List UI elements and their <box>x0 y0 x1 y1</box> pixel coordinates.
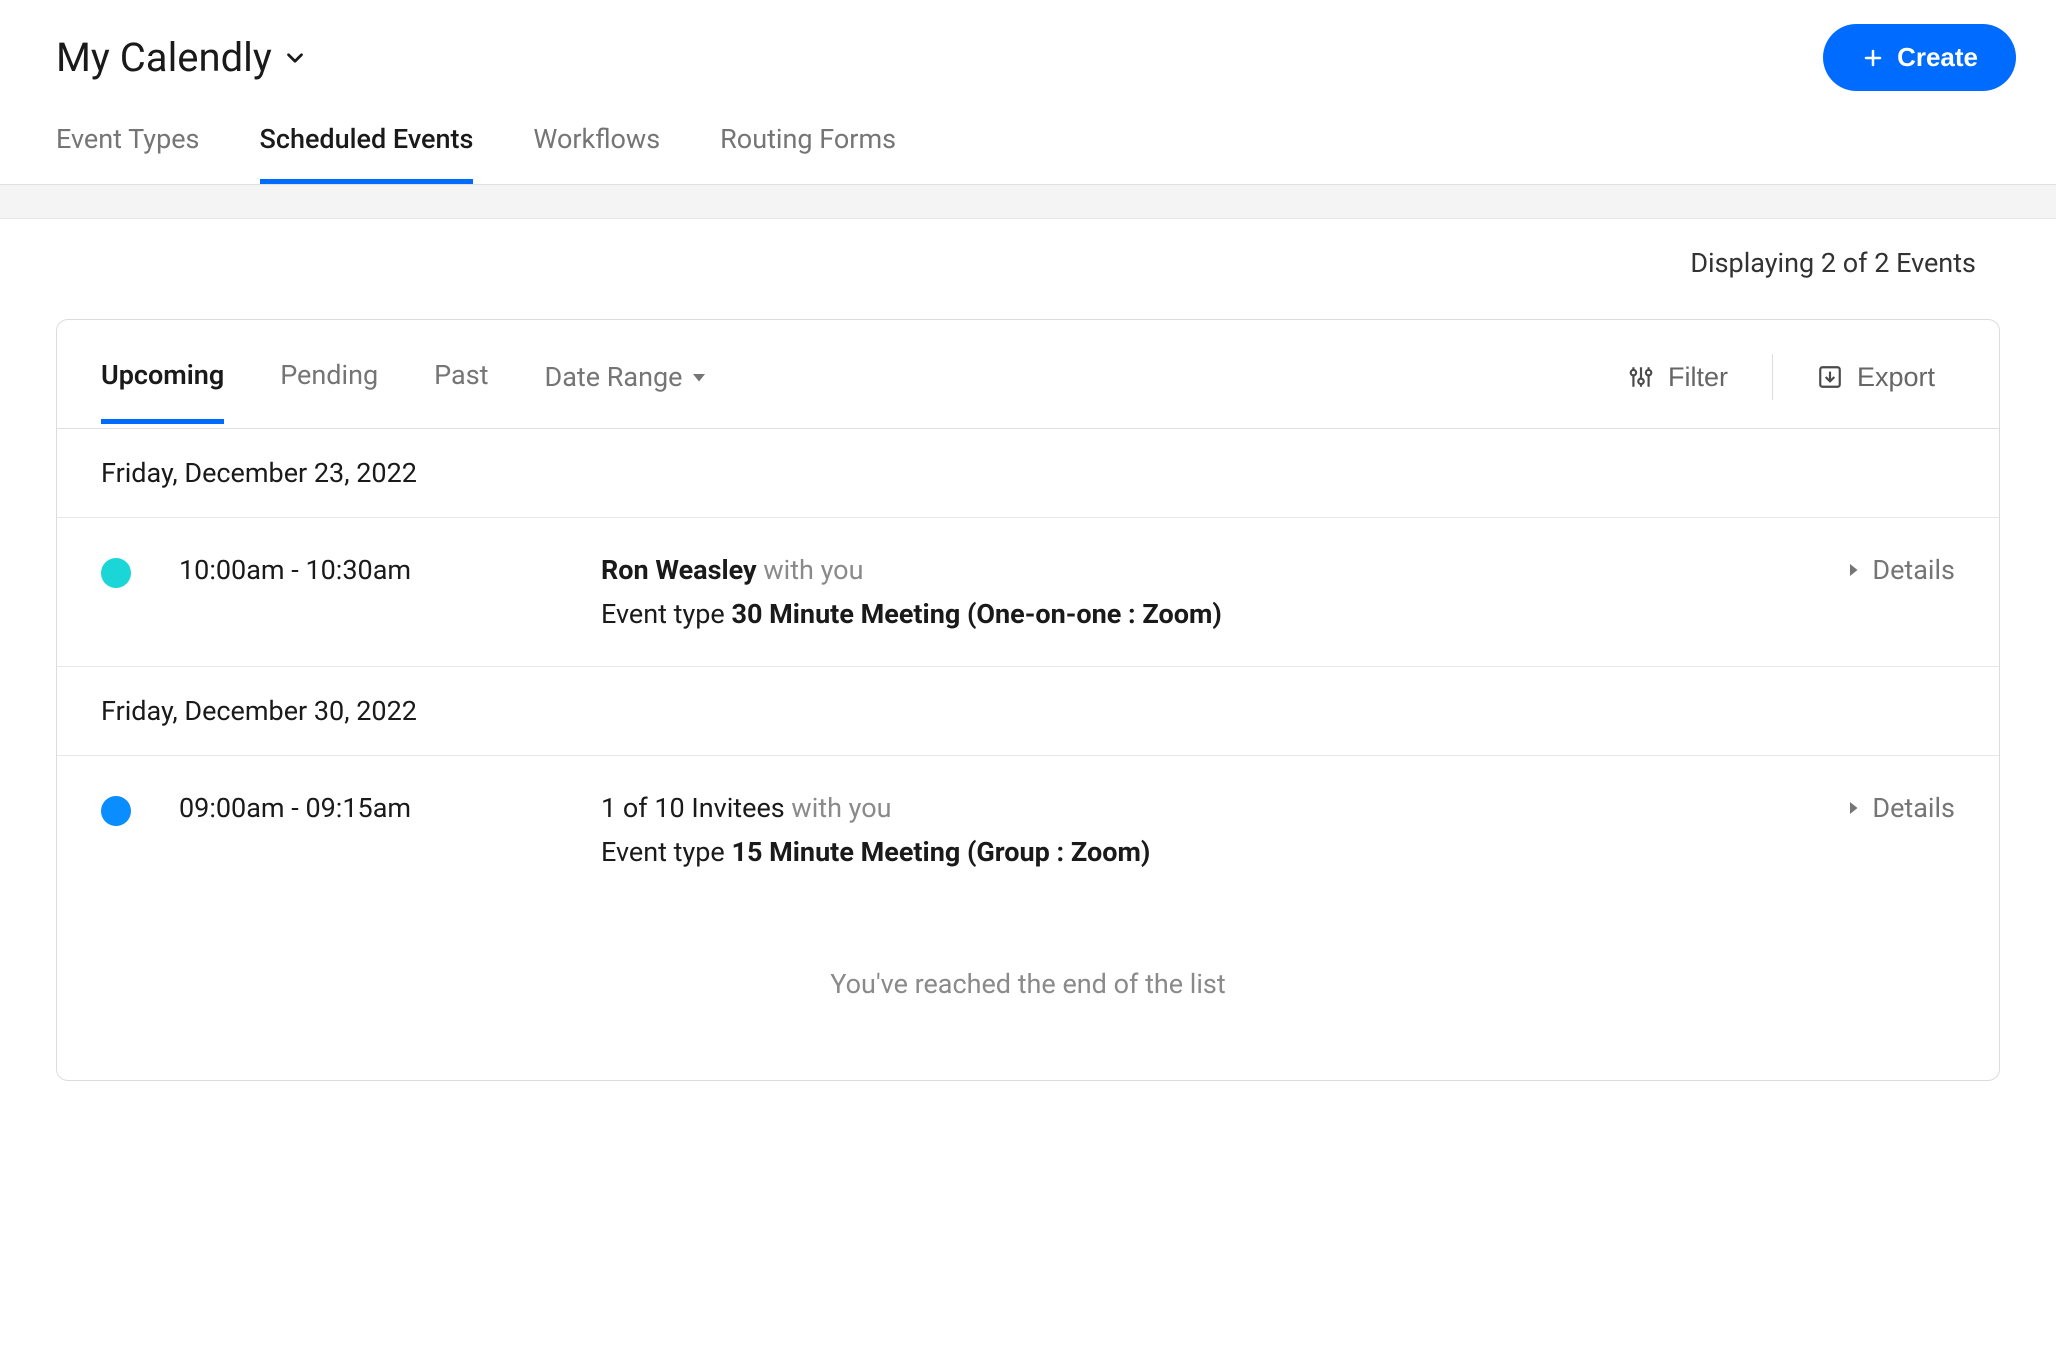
create-label: Create <box>1897 42 1978 73</box>
page-title-text: My Calendly <box>56 34 272 81</box>
tab-event-types[interactable]: Event Types <box>56 123 200 184</box>
subtab-upcoming[interactable]: Upcoming <box>101 359 224 424</box>
details-toggle[interactable]: Details <box>1844 554 1955 586</box>
date-header: Friday, December 23, 2022 <box>57 429 1999 518</box>
sliders-icon <box>1628 364 1654 390</box>
filter-label: Filter <box>1668 362 1728 393</box>
tab-scheduled-events[interactable]: Scheduled Events <box>260 123 474 184</box>
event-color-dot <box>101 796 131 826</box>
event-info: 1 of 10 Invitees with you Event type 15 … <box>601 792 1844 868</box>
end-of-list-message: You've reached the end of the list <box>57 904 1999 1080</box>
event-count: Displaying 2 of 2 Events <box>0 219 2056 319</box>
chevron-down-icon <box>282 45 308 71</box>
divider-bar <box>0 185 2056 219</box>
caret-right-icon <box>1844 561 1862 579</box>
plus-icon <box>1861 46 1885 70</box>
with-you-text: with you <box>785 792 892 824</box>
event-type-prefix: Event type <box>601 598 731 630</box>
details-toggle[interactable]: Details <box>1844 792 1955 824</box>
nav-tabs: Event Types Scheduled Events Workflows R… <box>0 91 2056 185</box>
event-row[interactable]: 09:00am - 09:15am 1 of 10 Invitees with … <box>57 756 1999 904</box>
tab-routing-forms[interactable]: Routing Forms <box>720 123 896 184</box>
tab-workflows[interactable]: Workflows <box>533 123 660 184</box>
details-label: Details <box>1872 554 1955 586</box>
subtab-past[interactable]: Past <box>434 359 488 424</box>
date-header: Friday, December 30, 2022 <box>57 667 1999 756</box>
event-time: 09:00am - 09:15am <box>131 792 601 824</box>
card-tabs: Upcoming Pending Past Date Range Filter … <box>57 320 1999 429</box>
export-button[interactable]: Export <box>1817 362 1935 421</box>
tool-divider <box>1772 354 1773 400</box>
event-type-prefix: Event type <box>601 836 731 868</box>
export-label: Export <box>1857 362 1935 393</box>
details-label: Details <box>1872 792 1955 824</box>
events-card: Upcoming Pending Past Date Range Filter … <box>56 319 2000 1081</box>
export-icon <box>1817 364 1843 390</box>
invitee-name: 1 of 10 Invitees <box>601 792 785 824</box>
filter-button[interactable]: Filter <box>1628 362 1728 421</box>
event-type-name: 30 Minute Meeting (One-on-one : Zoom) <box>731 598 1221 630</box>
date-range-label: Date Range <box>545 361 683 393</box>
with-you-text: with you <box>757 554 864 586</box>
invitee-name: Ron Weasley <box>601 554 757 586</box>
subtab-pending[interactable]: Pending <box>280 359 378 424</box>
caret-right-icon <box>1844 799 1862 817</box>
header: My Calendly Create <box>0 0 2056 91</box>
event-info: Ron Weasley with you Event type 30 Minut… <box>601 554 1844 630</box>
event-color-dot <box>101 558 131 588</box>
create-button[interactable]: Create <box>1823 24 2016 91</box>
date-range-dropdown[interactable]: Date Range <box>545 361 709 421</box>
event-time: 10:00am - 10:30am <box>131 554 601 586</box>
page-title-dropdown[interactable]: My Calendly <box>56 34 308 81</box>
event-type-name: 15 Minute Meeting (Group : Zoom) <box>731 836 1150 868</box>
caret-down-icon <box>690 368 708 386</box>
event-row[interactable]: 10:00am - 10:30am Ron Weasley with you E… <box>57 518 1999 667</box>
